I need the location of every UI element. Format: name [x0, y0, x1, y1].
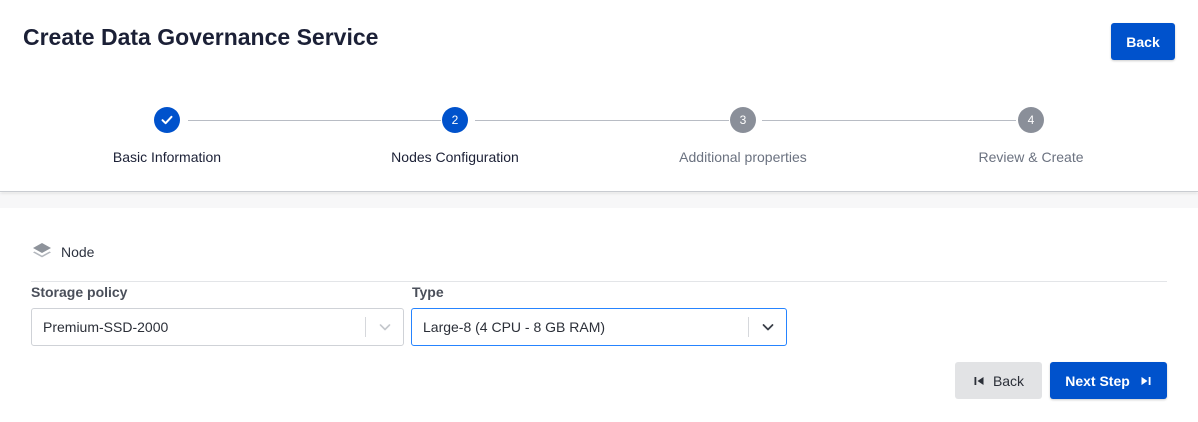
type-value: Large-8 (4 CPU - 8 GB RAM) [423, 319, 606, 335]
step-2-label: Nodes Configuration [391, 149, 519, 165]
page-header: Create Data Governance Service Back 2 3 … [0, 0, 1198, 192]
node-section-title: Node [61, 244, 95, 260]
skip-forward-icon [1141, 376, 1151, 385]
next-step-button[interactable]: Next Step [1050, 362, 1167, 399]
type-select[interactable]: Large-8 (4 CPU - 8 GB RAM) [411, 308, 787, 346]
step-2-number: 2 [451, 113, 459, 127]
storage-policy-select[interactable]: Premium-SSD-2000 [31, 308, 404, 346]
layers-icon [33, 243, 51, 258]
next-step-button-label: Next Step [1065, 372, 1130, 389]
storage-policy-value: Premium-SSD-2000 [43, 319, 169, 335]
chevron-down-icon [762, 324, 773, 331]
storage-policy-label: Storage policy [31, 284, 128, 300]
type-dropdown-toggle[interactable] [749, 309, 786, 345]
section-divider [31, 281, 1167, 282]
step-2-indicator[interactable]: 2 [442, 107, 468, 133]
back-button-label: Back [992, 372, 1025, 389]
node-section-header: Node [31, 241, 94, 263]
step-4-number: 4 [1027, 113, 1035, 127]
chevron-down-icon [379, 324, 390, 331]
stepper: 2 3 4 Basic Information Nodes Configurat… [0, 0, 1198, 192]
step-1-label: Basic Information [112, 149, 222, 165]
step-3-number: 3 [739, 113, 747, 127]
step-4-indicator[interactable]: 4 [1018, 107, 1044, 133]
step-4-label: Review & Create [978, 149, 1084, 165]
step-connector [475, 120, 729, 121]
step-3-label: Additional properties [679, 149, 807, 165]
storage-policy-dropdown-toggle[interactable] [366, 309, 403, 345]
back-button[interactable]: Back [955, 362, 1042, 399]
type-label: Type [412, 284, 444, 300]
step-connector [188, 120, 441, 121]
check-icon [161, 115, 173, 125]
content-top-band [0, 193, 1198, 208]
step-1-indicator[interactable] [154, 107, 180, 133]
skip-back-icon [974, 376, 984, 385]
step-connector [762, 120, 1016, 121]
step-3-indicator[interactable]: 3 [730, 107, 756, 133]
